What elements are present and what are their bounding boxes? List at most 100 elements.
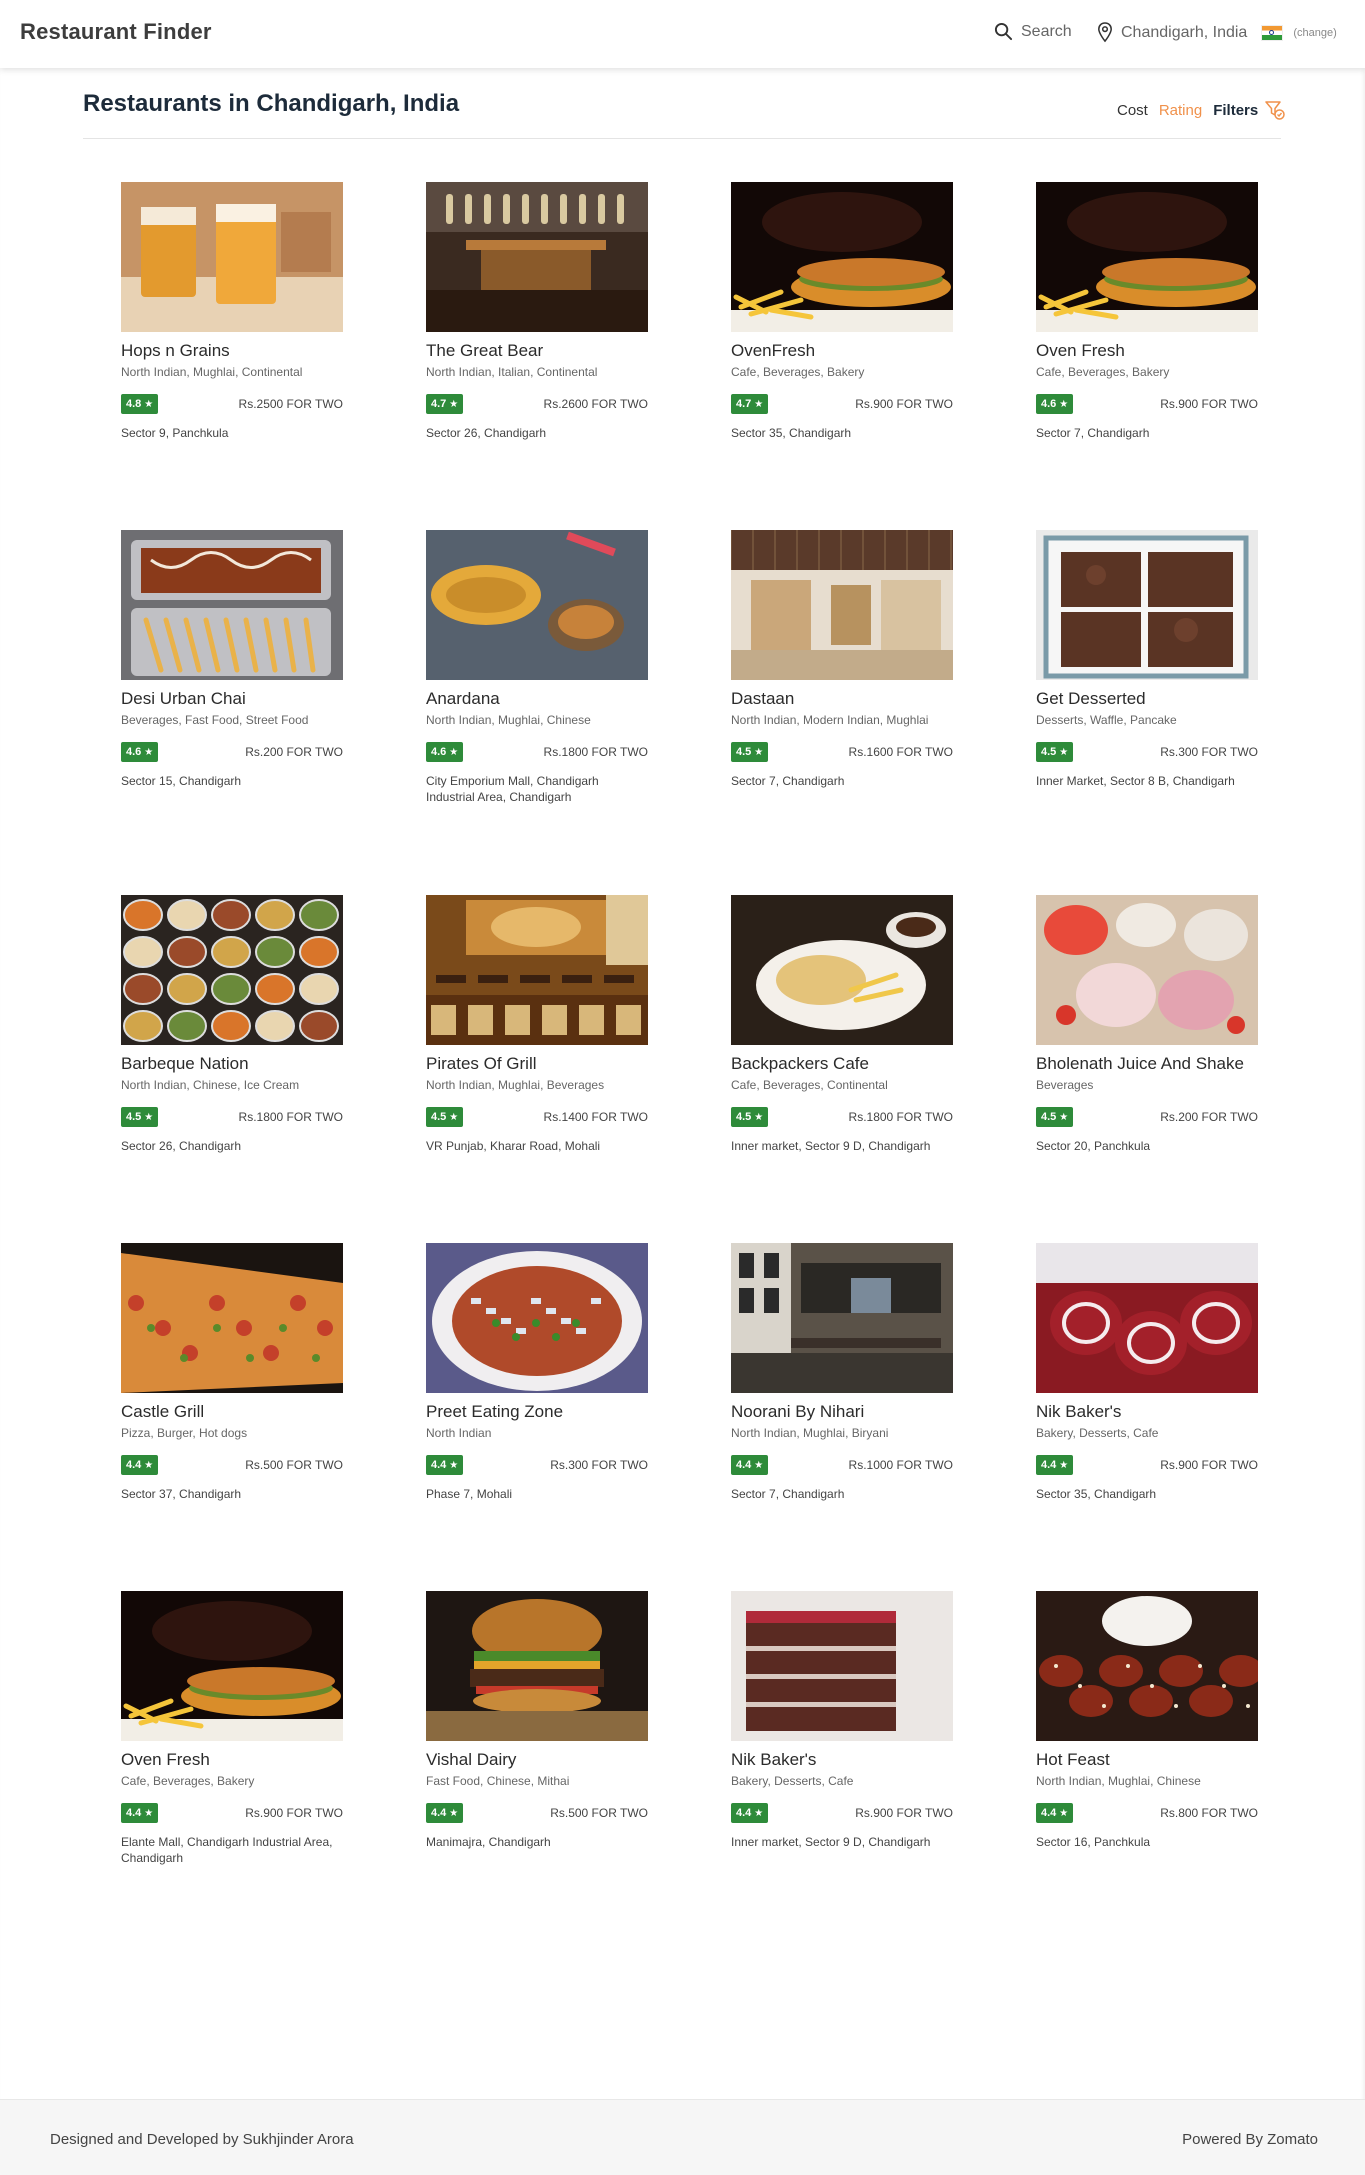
restaurant-photo[interactable] [1036, 182, 1258, 332]
star-icon: ★ [1059, 1807, 1069, 1819]
restaurant-card[interactable]: Castle Grill Pizza, Burger, Hot dogs 4.4… [121, 1243, 343, 1502]
restaurant-name[interactable]: Noorani By Nihari [731, 1402, 953, 1422]
restaurant-card[interactable]: The Great Bear North Indian, Italian, Co… [426, 182, 648, 441]
price-for-two: Rs.300 FOR TWO [1160, 745, 1258, 759]
price-for-two: Rs.200 FOR TWO [1160, 1110, 1258, 1124]
restaurant-name[interactable]: Get Desserted [1036, 689, 1258, 709]
restaurant-photo[interactable] [731, 530, 953, 680]
restaurant-card[interactable]: Backpackers Cafe Cafe, Beverages, Contin… [731, 895, 953, 1154]
sort-by-cost[interactable]: Cost [1117, 102, 1148, 119]
restaurant-photo[interactable] [731, 895, 953, 1045]
footer-powered-by[interactable]: Powered By Zomato [1182, 2131, 1318, 2148]
restaurant-photo-image [121, 1243, 343, 1393]
filter-icon[interactable] [1264, 99, 1286, 121]
restaurant-card[interactable]: Pirates Of Grill North Indian, Mughlai, … [426, 895, 648, 1154]
price-for-two: Rs.900 FOR TWO [1160, 397, 1258, 411]
location-selector[interactable]: Chandigarh, India (change) [1097, 22, 1337, 43]
restaurant-name[interactable]: Backpackers Cafe [731, 1054, 953, 1074]
star-icon: ★ [1059, 746, 1069, 758]
restaurant-name[interactable]: Desi Urban Chai [121, 689, 343, 709]
restaurant-name[interactable]: Barbeque Nation [121, 1054, 343, 1074]
restaurant-address: Elante Mall, Chandigarh Industrial Area,… [121, 1835, 333, 1865]
restaurant-address: Sector 35, Chandigarh [1036, 1487, 1157, 1501]
restaurant-card[interactable]: Preet Eating Zone North Indian 4.4 ★ Rs.… [426, 1243, 648, 1502]
restaurant-name[interactable]: OvenFresh [731, 341, 953, 361]
restaurant-address: Sector 37, Chandigarh [121, 1487, 242, 1501]
restaurant-name[interactable]: Castle Grill [121, 1402, 343, 1422]
restaurant-name[interactable]: Preet Eating Zone [426, 1402, 648, 1422]
restaurant-card[interactable]: Hops n Grains North Indian, Mughlai, Con… [121, 182, 343, 441]
restaurant-name[interactable]: Oven Fresh [1036, 341, 1258, 361]
restaurant-card[interactable]: Dastaan North Indian, Modern Indian, Mug… [731, 530, 953, 789]
restaurant-photo[interactable] [731, 1591, 953, 1741]
restaurant-photo[interactable] [426, 1243, 648, 1393]
restaurant-photo[interactable] [121, 182, 343, 332]
rating-badge: 4.4 ★ [426, 1455, 464, 1475]
restaurant-photo-image [121, 530, 343, 680]
restaurant-card[interactable]: Nik Baker's Bakery, Desserts, Cafe 4.4 ★… [1036, 1243, 1258, 1502]
restaurant-cuisines: North Indian, Chinese, Ice Cream [121, 1078, 300, 1092]
restaurant-name[interactable]: Hot Feast [1036, 1750, 1258, 1770]
sort-by-rating[interactable]: Rating [1159, 102, 1202, 119]
restaurant-photo[interactable] [121, 530, 343, 680]
restaurant-name[interactable]: Anardana [426, 689, 648, 709]
restaurant-card[interactable]: Hot Feast North Indian, Mughlai, Chinese… [1036, 1591, 1258, 1850]
restaurant-address: Sector 26, Chandigarh [426, 426, 547, 440]
restaurant-card[interactable]: Bholenath Juice And Shake Beverages 4.5 … [1036, 895, 1258, 1154]
restaurant-card[interactable]: OvenFresh Cafe, Beverages, Bakery 4.7 ★ … [731, 182, 953, 441]
restaurant-photo-image [426, 895, 648, 1045]
restaurant-name[interactable]: The Great Bear [426, 341, 648, 361]
star-icon: ★ [754, 1807, 764, 1819]
restaurant-cuisines: Cafe, Beverages, Bakery [121, 1774, 255, 1788]
restaurant-photo[interactable] [426, 530, 648, 680]
change-location-link[interactable]: (change) [1293, 27, 1336, 39]
restaurant-name[interactable]: Vishal Dairy [426, 1750, 648, 1770]
restaurant-photo[interactable] [1036, 895, 1258, 1045]
restaurant-photo[interactable] [1036, 1591, 1258, 1741]
restaurant-name[interactable]: Pirates Of Grill [426, 1054, 648, 1074]
restaurant-photo[interactable] [731, 182, 953, 332]
restaurant-photo[interactable] [426, 182, 648, 332]
restaurant-photo[interactable] [121, 1243, 343, 1393]
restaurant-photo[interactable] [426, 895, 648, 1045]
restaurant-photo[interactable] [1036, 1243, 1258, 1393]
restaurant-name[interactable]: Dastaan [731, 689, 953, 709]
restaurant-cuisines: Fast Food, Chinese, Mithai [426, 1774, 570, 1788]
rating-badge: 4.8 ★ [121, 394, 159, 414]
restaurant-name[interactable]: Nik Baker's [1036, 1402, 1258, 1422]
restaurant-photo[interactable] [121, 1591, 343, 1741]
restaurant-card[interactable]: Nik Baker's Bakery, Desserts, Cafe 4.4 ★… [731, 1591, 953, 1850]
restaurant-name[interactable]: Bholenath Juice And Shake [1036, 1054, 1258, 1074]
restaurant-card[interactable]: Vishal Dairy Fast Food, Chinese, Mithai … [426, 1591, 648, 1850]
restaurant-card[interactable]: Anardana North Indian, Mughlai, Chinese … [426, 530, 648, 805]
restaurant-card[interactable]: Desi Urban Chai Beverages, Fast Food, St… [121, 530, 343, 789]
price-for-two: Rs.1600 FOR TWO [848, 745, 953, 759]
restaurant-photo[interactable] [121, 895, 343, 1045]
restaurant-photo[interactable] [731, 1243, 953, 1393]
restaurant-card[interactable]: Barbeque Nation North Indian, Chinese, I… [121, 895, 343, 1154]
restaurant-photo[interactable] [426, 1591, 648, 1741]
rating-value: 4.6 [431, 746, 447, 758]
brand-logo[interactable]: Restaurant Finder [20, 19, 212, 45]
restaurant-name[interactable]: Nik Baker's [731, 1750, 953, 1770]
filters-button[interactable]: Filters [1213, 102, 1258, 119]
restaurant-name[interactable]: Oven Fresh [121, 1750, 343, 1770]
restaurant-meta: 4.4 ★ Rs.900 FOR TWO [1036, 1455, 1258, 1475]
restaurant-photo[interactable] [1036, 530, 1258, 680]
restaurant-card[interactable]: Oven Fresh Cafe, Beverages, Bakery 4.4 ★… [121, 1591, 343, 1866]
search-button[interactable]: Search [994, 22, 1072, 41]
price-for-two: Rs.1800 FOR TWO [543, 745, 648, 759]
restaurant-cuisines: North Indian, Italian, Continental [426, 365, 598, 379]
restaurant-card[interactable]: Noorani By Nihari North Indian, Mughlai,… [731, 1243, 953, 1502]
restaurant-meta: 4.5 ★ Rs.1800 FOR TWO [731, 1107, 953, 1127]
rating-value: 4.4 [126, 1459, 142, 1471]
star-icon: ★ [449, 1807, 459, 1819]
restaurant-photo-image [1036, 895, 1258, 1045]
restaurant-card[interactable]: Get Desserted Desserts, Waffle, Pancake … [1036, 530, 1258, 789]
restaurant-name[interactable]: Hops n Grains [121, 341, 343, 361]
star-icon: ★ [144, 1459, 154, 1471]
price-for-two: Rs.900 FOR TWO [1160, 1458, 1258, 1472]
rating-value: 4.5 [736, 1111, 752, 1123]
rating-badge: 4.4 ★ [121, 1803, 159, 1823]
restaurant-card[interactable]: Oven Fresh Cafe, Beverages, Bakery 4.6 ★… [1036, 182, 1258, 441]
